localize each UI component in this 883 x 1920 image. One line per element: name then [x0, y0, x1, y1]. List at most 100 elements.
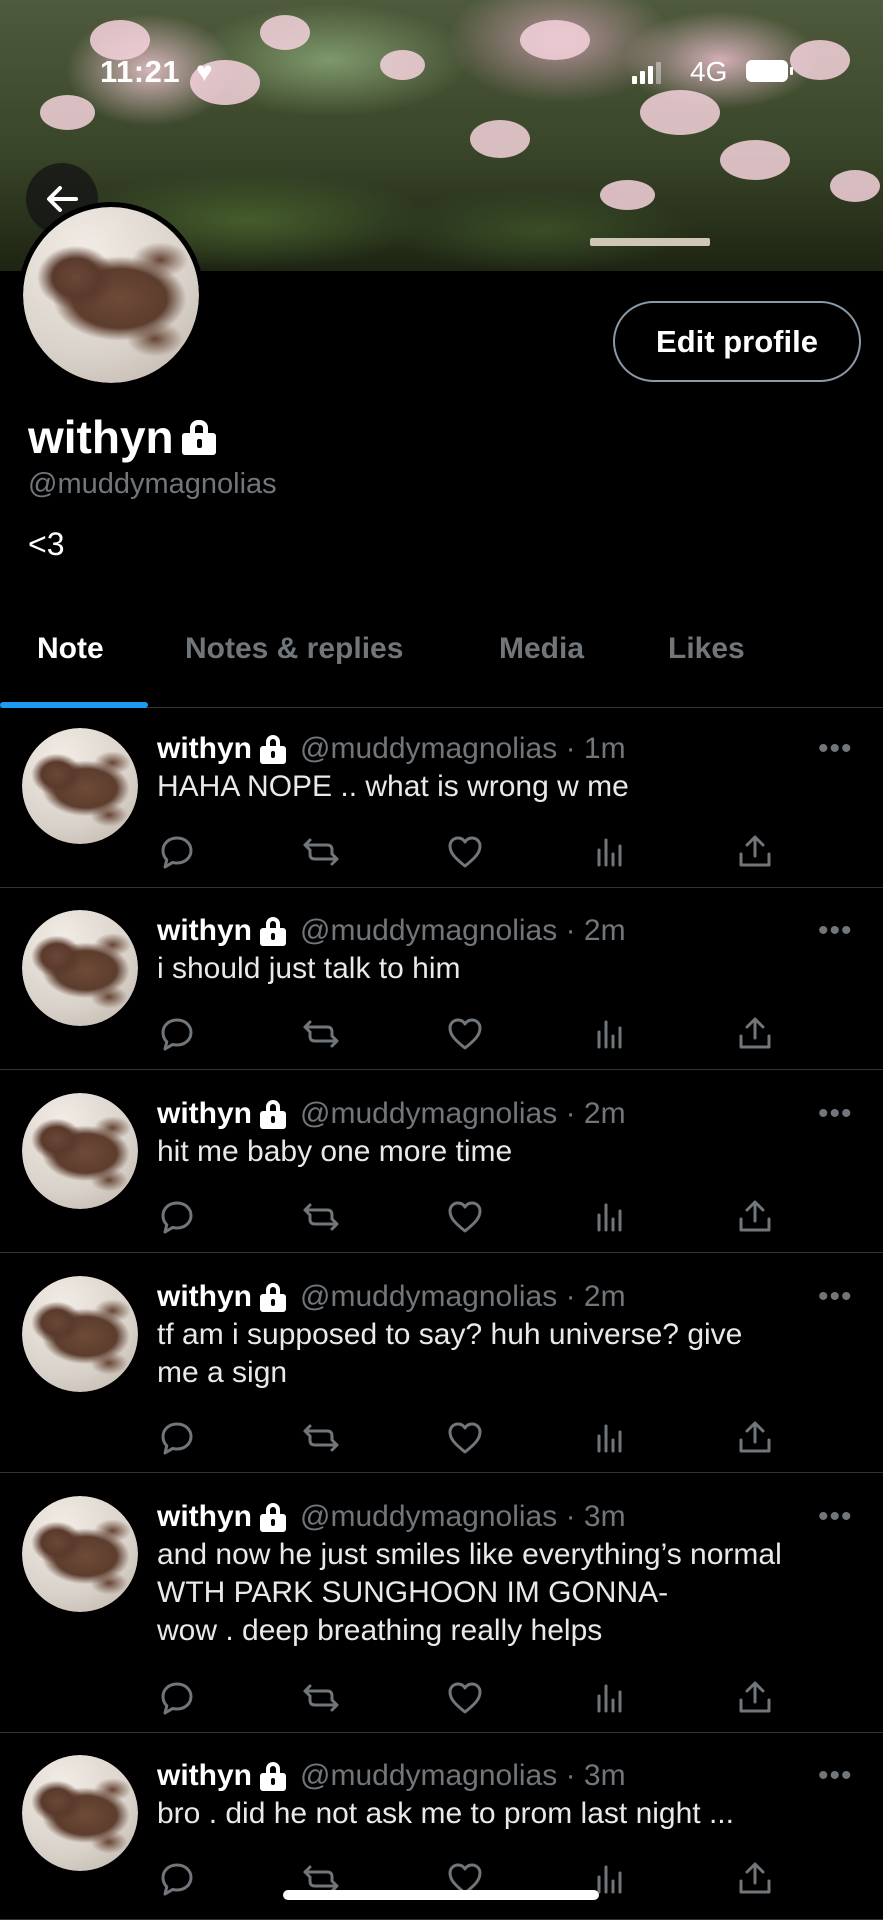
post-header: withyn @muddymagnolias · 2m: [157, 914, 626, 948]
post-header: withyn @muddymagnolias · 3m: [157, 1759, 626, 1793]
post-item[interactable]: withyn @muddymagnolias · 2m ••• hit me baby…: [0, 1075, 883, 1253]
tab-notes-and-replies[interactable]: Notes & replies: [185, 632, 403, 666]
post-avatar[interactable]: [22, 728, 138, 844]
repost-icon: [303, 1020, 339, 1048]
reply-button[interactable]: [157, 1678, 197, 1718]
repost-button[interactable]: [301, 1678, 341, 1718]
more-options-icon[interactable]: •••: [818, 1759, 853, 1793]
post-actions: [157, 832, 777, 872]
post-avatar[interactable]: [22, 1496, 138, 1612]
reply-icon: [161, 1682, 193, 1715]
repost-icon: [303, 1203, 339, 1231]
post-avatar[interactable]: [22, 1276, 138, 1392]
share-icon: [739, 1200, 771, 1232]
reply-button[interactable]: [157, 1014, 197, 1054]
views-button[interactable]: [590, 1197, 630, 1237]
more-options-icon[interactable]: •••: [818, 1280, 853, 1314]
views-button[interactable]: [590, 1014, 630, 1054]
share-button[interactable]: [735, 832, 775, 872]
views-icon: [597, 1684, 622, 1713]
post-text: and now he just smiles like everything’s…: [157, 1538, 782, 1647]
lock-icon: [260, 1762, 286, 1791]
teddy-bear-image: [22, 728, 138, 844]
like-button[interactable]: [445, 1197, 485, 1237]
share-button[interactable]: [735, 1197, 775, 1237]
post-author-name[interactable]: withyn: [157, 1759, 252, 1793]
reply-button[interactable]: [157, 1418, 197, 1458]
post-author-name[interactable]: withyn: [157, 1097, 252, 1131]
tab-note[interactable]: Note: [37, 632, 104, 666]
profile-display-name: withyn: [28, 411, 174, 463]
like-button[interactable]: [445, 832, 485, 872]
views-button[interactable]: [590, 1678, 630, 1718]
like-button[interactable]: [445, 1418, 485, 1458]
lock-icon: [260, 1283, 286, 1312]
home-indicator[interactable]: [283, 1890, 599, 1900]
share-icon: [739, 1017, 771, 1049]
views-button[interactable]: [590, 1418, 630, 1458]
like-icon: [448, 1422, 482, 1454]
tab-likes[interactable]: Likes: [668, 632, 745, 666]
share-button[interactable]: [735, 1859, 775, 1899]
reply-button[interactable]: [157, 832, 197, 872]
share-icon: [739, 835, 771, 867]
like-button[interactable]: [445, 1014, 485, 1054]
share-button[interactable]: [735, 1418, 775, 1458]
reply-icon: [161, 1018, 193, 1051]
like-button[interactable]: [445, 1678, 485, 1718]
share-button[interactable]: [735, 1678, 775, 1718]
post-text: tf am i supposed to say? huh universe? g…: [157, 1318, 743, 1389]
post-actions: [157, 1197, 777, 1237]
post-author-name[interactable]: withyn: [157, 914, 252, 948]
post-text: bro . did he not ask me to prom last nig…: [157, 1797, 734, 1830]
like-icon: [448, 836, 482, 868]
post-avatar[interactable]: [22, 910, 138, 1026]
repost-button[interactable]: [301, 1418, 341, 1458]
share-icon: [739, 1862, 771, 1894]
more-options-icon[interactable]: •••: [818, 732, 853, 766]
post-handle-time: @muddymagnolias · 3m: [300, 1500, 626, 1533]
views-icon: [597, 1020, 622, 1049]
reply-button[interactable]: [157, 1197, 197, 1237]
post-author-name[interactable]: withyn: [157, 1500, 252, 1534]
post-item[interactable]: withyn @muddymagnolias · 2m ••• tf am i sup…: [0, 1258, 883, 1473]
more-options-icon[interactable]: •••: [818, 1097, 853, 1131]
profile-handle: @muddymagnolias: [28, 468, 277, 500]
repost-button[interactable]: [301, 1197, 341, 1237]
lock-icon: [260, 917, 286, 946]
lock-icon: [181, 420, 216, 455]
teddy-bear-image: [22, 1093, 138, 1209]
share-icon: [739, 1421, 771, 1453]
battery-icon: [746, 60, 793, 82]
reply-button[interactable]: [157, 1859, 197, 1899]
post-item[interactable]: withyn @muddymagnolias · 2m ••• i should ju…: [0, 892, 883, 1070]
post-item[interactable]: withyn @muddymagnolias · 1m ••• HAHA NOPE .…: [0, 710, 883, 888]
active-tab-indicator: [0, 702, 148, 708]
profile-name-row: withyn: [28, 410, 216, 464]
profile-tabs: Note Notes & replies Media Likes: [0, 620, 883, 708]
post-author-name[interactable]: withyn: [157, 1280, 252, 1314]
post-author-name[interactable]: withyn: [157, 732, 252, 766]
status-time: 11:21: [100, 54, 181, 89]
post-avatar[interactable]: [22, 1093, 138, 1209]
repost-button[interactable]: [301, 832, 341, 872]
post-actions: [157, 1014, 777, 1054]
lock-icon: [260, 1503, 286, 1532]
profile-avatar[interactable]: [18, 202, 204, 388]
repost-button[interactable]: [301, 1014, 341, 1054]
post-text: hit me baby one more time: [157, 1135, 513, 1168]
post-handle-time: @muddymagnolias · 2m: [300, 1280, 626, 1313]
more-options-icon[interactable]: •••: [818, 1500, 853, 1534]
post-avatar[interactable]: [22, 1755, 138, 1871]
more-options-icon[interactable]: •••: [818, 914, 853, 948]
post-header: withyn @muddymagnolias · 1m: [157, 732, 626, 766]
network-type: 4G: [690, 56, 728, 87]
share-button[interactable]: [735, 1014, 775, 1054]
post-item[interactable]: withyn @muddymagnolias · 3m ••• and now he …: [0, 1478, 883, 1733]
views-icon: [597, 838, 622, 867]
views-button[interactable]: [590, 832, 630, 872]
edit-profile-button[interactable]: Edit profile: [613, 301, 861, 382]
reply-icon: [161, 836, 193, 869]
teddy-bear-image: [23, 207, 199, 383]
tab-media[interactable]: Media: [499, 632, 584, 666]
